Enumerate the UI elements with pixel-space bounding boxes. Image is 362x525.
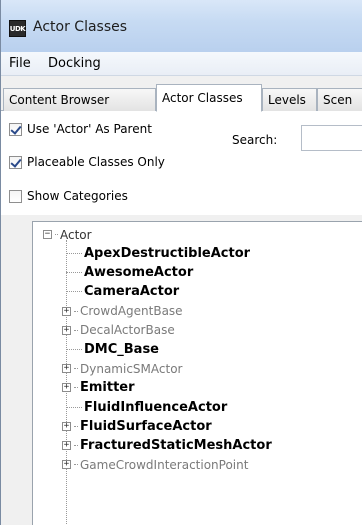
tree-node[interactable]: + FracturedStaticMeshActor xyxy=(62,436,272,455)
tree-node-label: ApexDestructibleActor xyxy=(84,246,251,261)
show-categories-checkbox[interactable] xyxy=(9,189,22,203)
tree-connector xyxy=(74,464,78,466)
udk-app-icon: UDK xyxy=(9,20,26,37)
class-tree-area: − Actor ApexDestructibleActor AwesomeActo… xyxy=(1,215,362,525)
tree-connector xyxy=(66,253,82,254)
expand-icon[interactable]: + xyxy=(62,306,71,316)
tree-connector xyxy=(74,368,78,370)
use-actor-parent-checkbox[interactable] xyxy=(9,122,22,136)
tree-root-label: Actor xyxy=(60,227,92,242)
use-actor-parent-option[interactable]: Use 'Actor' As Parent xyxy=(9,120,152,138)
tree-connector xyxy=(74,387,78,389)
use-actor-parent-label: Use 'Actor' As Parent xyxy=(27,122,152,136)
tree-node[interactable]: + GameCrowdInteractionPoint xyxy=(62,455,248,474)
tree-node[interactable]: + Emitter xyxy=(62,378,135,397)
tree-node-label: DMC_Base xyxy=(84,342,160,357)
tree-node-label: GameCrowdInteractionPoint xyxy=(80,457,249,472)
show-categories-option[interactable]: Show Categories xyxy=(9,187,128,205)
tree-node-label: FluidSurfaceActor xyxy=(80,418,212,434)
expand-icon[interactable]: + xyxy=(62,421,71,431)
tree-node-label: AwesomeActor xyxy=(84,265,194,281)
search-input[interactable] xyxy=(301,125,362,151)
tree-connector xyxy=(55,234,58,235)
menu-file[interactable]: File xyxy=(9,56,31,71)
tree-connector xyxy=(74,310,78,312)
tree-connector xyxy=(66,272,82,274)
tab-levels[interactable]: Levels xyxy=(262,88,317,111)
tree-connector xyxy=(66,291,82,293)
tree-connector xyxy=(74,425,78,427)
tree-node[interactable]: DMC_Base xyxy=(62,340,159,359)
collapse-icon[interactable]: − xyxy=(43,230,52,239)
placeable-only-option[interactable]: Placeable Classes Only xyxy=(9,153,165,171)
options-panel: Use 'Actor' As Parent Search: Placeable … xyxy=(1,111,362,215)
tab-content-browser[interactable]: Content Browser xyxy=(3,88,156,111)
tree-node-label: CameraActor xyxy=(84,284,180,300)
title-bar[interactable]: UDK Actor Classes xyxy=(1,0,362,52)
tree-node[interactable]: + FluidSurfaceActor xyxy=(62,417,212,436)
tree-connector xyxy=(74,445,78,446)
expand-icon[interactable]: + xyxy=(62,441,71,450)
tree-connector xyxy=(66,349,82,350)
placeable-only-checkbox[interactable] xyxy=(9,155,22,169)
tree-node-label: DecalActorBase xyxy=(80,323,175,338)
class-tree: − Actor ApexDestructibleActor AwesomeActo… xyxy=(32,221,362,525)
menu-bar: File Docking xyxy=(1,52,362,76)
tree-node[interactable]: CameraActor xyxy=(62,282,179,301)
menu-docking[interactable]: Docking xyxy=(48,56,101,71)
tree-node[interactable]: AwesomeActor xyxy=(62,263,193,282)
expand-icon[interactable]: + xyxy=(62,364,71,374)
tree-node-label: Emitter xyxy=(80,380,135,396)
tree-connector xyxy=(74,329,78,331)
tree-connector xyxy=(66,406,82,408)
tree-node[interactable]: + DynamicSMActor xyxy=(62,359,182,378)
tab-strip: Content Browser Actor Classes Levels Sce… xyxy=(1,76,362,112)
tree-node-label: CrowdAgentBase xyxy=(80,304,183,319)
placeable-only-label: Placeable Classes Only xyxy=(27,155,165,169)
expand-icon[interactable]: + xyxy=(62,383,71,393)
show-categories-label: Show Categories xyxy=(27,189,128,203)
search-label: Search: xyxy=(232,133,278,147)
tree-root-actor[interactable]: − Actor xyxy=(43,225,92,244)
tree-node-label: FracturedStaticMeshActor xyxy=(80,438,272,453)
expand-icon[interactable]: + xyxy=(62,325,71,335)
actor-classes-window: UDK Actor Classes File Docking Content B… xyxy=(0,0,362,525)
window-title: Actor Classes xyxy=(33,19,128,35)
tree-node-label: FluidInfluenceActor xyxy=(84,399,228,415)
tree-node-label: DynamicSMActor xyxy=(80,361,183,376)
tree-node[interactable]: FluidInfluenceActor xyxy=(62,398,227,417)
tree-node[interactable]: ApexDestructibleActor xyxy=(62,244,250,263)
tab-actor-classes[interactable]: Actor Classes xyxy=(156,84,262,112)
tab-scene[interactable]: Scen xyxy=(317,88,362,111)
tree-node[interactable]: + CrowdAgentBase xyxy=(62,302,183,321)
tree-node[interactable]: + DecalActorBase xyxy=(62,321,175,340)
expand-icon[interactable]: + xyxy=(62,460,71,470)
